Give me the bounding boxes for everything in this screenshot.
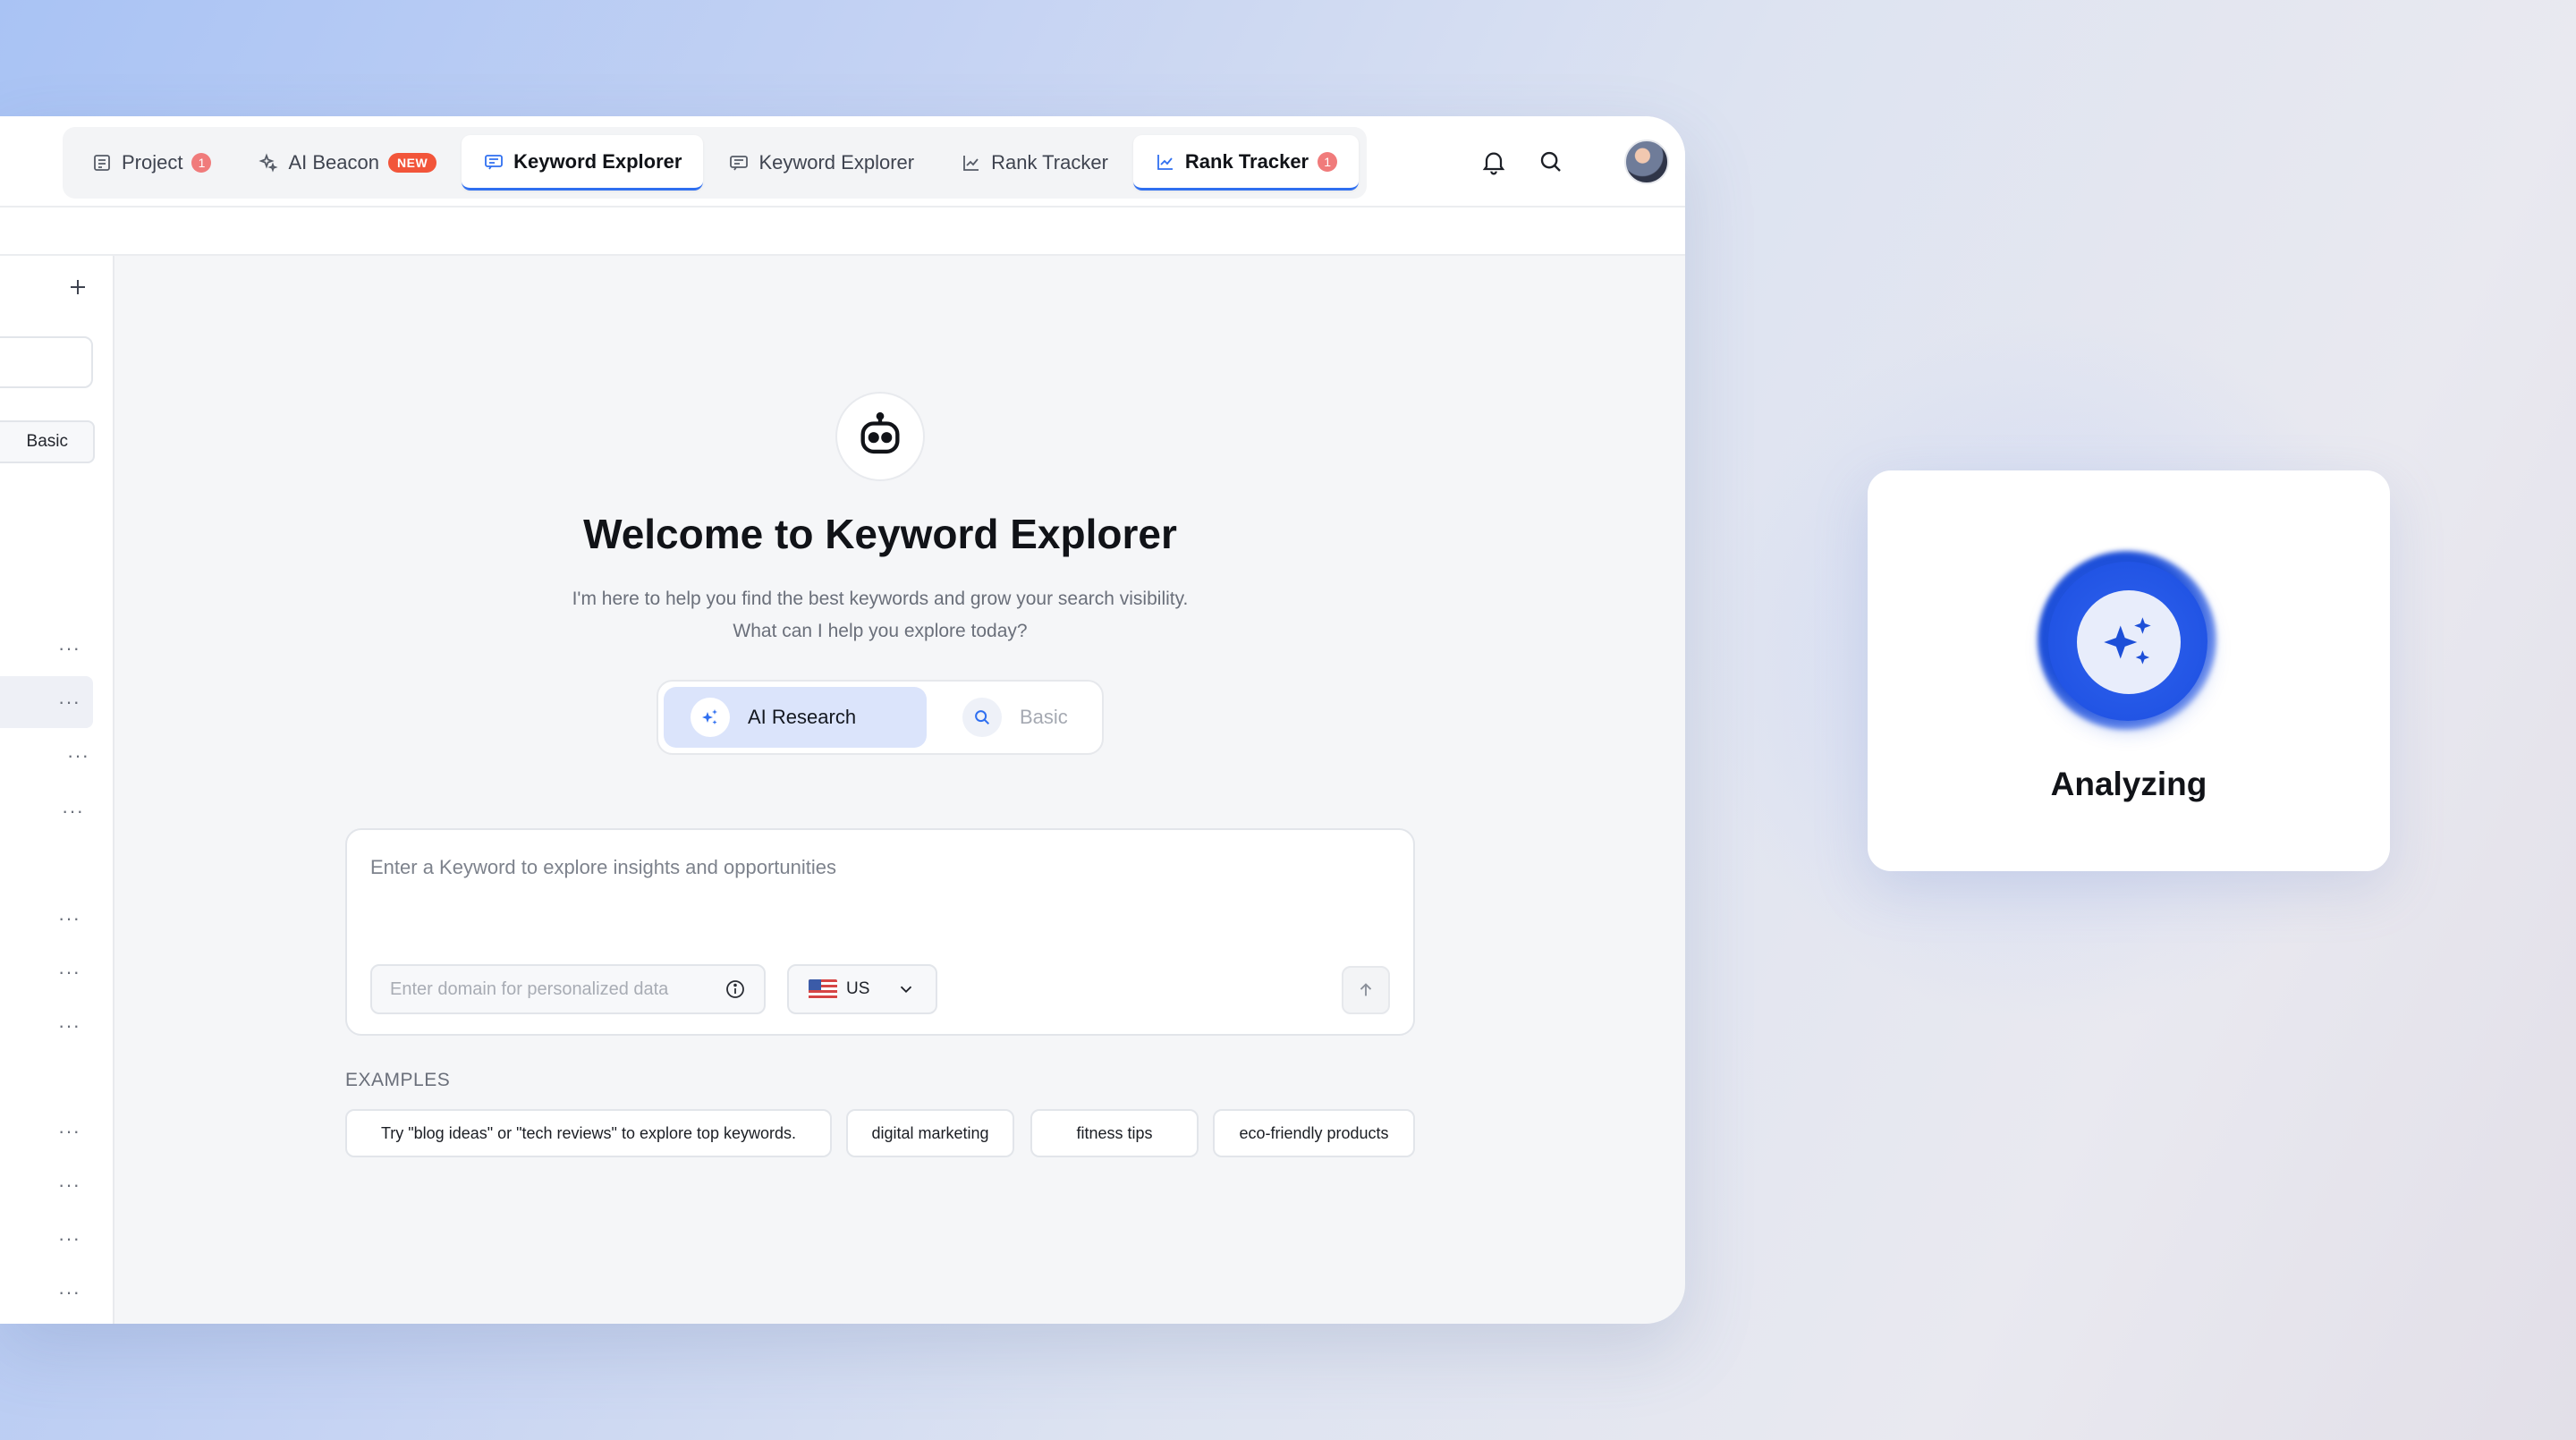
analyzing-label: Analyzing bbox=[2050, 766, 2207, 802]
example-chip[interactable]: eco-friendly products bbox=[1213, 1109, 1415, 1157]
tab-label: Rank Tracker bbox=[1184, 149, 1309, 173]
search-icon bbox=[1540, 151, 1561, 172]
mode-toggle: AI Research Basic bbox=[657, 680, 1104, 755]
analyzing-card: Analyzing bbox=[1868, 470, 2390, 871]
sidebar-item-more[interactable]: ··· bbox=[0, 1000, 93, 1052]
new-badge: NEW bbox=[388, 153, 437, 173]
sidebar-item-more[interactable]: ··· bbox=[0, 1159, 93, 1211]
sparkle-icon bbox=[2104, 617, 2151, 665]
analyzing-orb bbox=[2038, 551, 2225, 739]
domain-field[interactable] bbox=[370, 964, 766, 1014]
chevron-down-icon bbox=[900, 986, 912, 994]
sidebar-item-more[interactable]: ··· bbox=[0, 946, 93, 998]
example-chip[interactable]: fitness tips bbox=[1030, 1109, 1199, 1157]
sidebar-item-more[interactable]: ··· bbox=[0, 785, 97, 837]
subtitle-line: What can I help you explore today? bbox=[733, 621, 1028, 641]
top-actions bbox=[1478, 140, 1669, 184]
search-button[interactable] bbox=[1535, 146, 1567, 178]
tab-rank-tracker[interactable]: Rank Tracker bbox=[939, 135, 1130, 191]
sparkle-icon bbox=[691, 698, 730, 737]
submit-button[interactable] bbox=[1342, 966, 1390, 1014]
sidebar-basic-button[interactable]: Basic bbox=[0, 420, 95, 463]
tab-ai-beacon[interactable]: AI Beacon NEW bbox=[236, 135, 458, 191]
sub-bar bbox=[0, 208, 1685, 256]
tab-rank-tracker-active[interactable]: Rank Tracker 1 bbox=[1132, 135, 1360, 191]
page-subtitle: I'm here to help you find the best keywo… bbox=[478, 583, 1283, 648]
sidebar-item-more[interactable]: ··· bbox=[0, 1105, 93, 1157]
tab-keyword-explorer[interactable]: Keyword Explorer bbox=[707, 135, 936, 191]
top-bar: Project 1 AI Beacon NEW Keyword Explorer… bbox=[0, 116, 1685, 208]
notifications-button[interactable] bbox=[1478, 146, 1510, 178]
rank-tracker-icon bbox=[963, 156, 979, 171]
tab-strip: Project 1 AI Beacon NEW Keyword Explorer… bbox=[63, 127, 1367, 199]
app-window: Project 1 AI Beacon NEW Keyword Explorer… bbox=[0, 116, 1685, 1324]
assistant-avatar bbox=[835, 392, 925, 481]
sidebar: Basic ··· ··· ··· ··· ··· ··· ··· ··· ··… bbox=[0, 256, 114, 1324]
rank-tracker-icon bbox=[1157, 154, 1173, 170]
notification-badge: 1 bbox=[1318, 151, 1338, 172]
sidebar-item-more[interactable]: ··· bbox=[0, 676, 93, 728]
tab-project[interactable]: Project 1 bbox=[70, 135, 233, 191]
mode-label: Basic bbox=[1020, 706, 1068, 728]
project-icon bbox=[94, 155, 110, 171]
search-card: US bbox=[345, 828, 1415, 1036]
sidebar-search-field[interactable] bbox=[0, 336, 93, 388]
keyword-explorer-icon bbox=[485, 154, 504, 169]
tab-label: Project bbox=[122, 151, 183, 174]
info-icon[interactable] bbox=[724, 978, 746, 1000]
bell-icon bbox=[1482, 152, 1505, 175]
sidebar-item-more[interactable]: ··· bbox=[0, 1213, 93, 1265]
country-value: US bbox=[846, 979, 870, 998]
avatar[interactable] bbox=[1624, 140, 1669, 184]
subtitle-line: I'm here to help you find the best keywo… bbox=[572, 589, 1189, 609]
add-button[interactable] bbox=[64, 274, 91, 301]
arrow-up-icon bbox=[1360, 983, 1372, 996]
us-flag-icon bbox=[809, 979, 837, 999]
basic-mode-button[interactable]: Basic bbox=[962, 687, 1097, 748]
sidebar-item-more[interactable]: ··· bbox=[0, 1266, 93, 1318]
search-icon bbox=[962, 698, 1002, 737]
domain-input[interactable] bbox=[390, 978, 724, 1000]
ai-beacon-icon bbox=[258, 153, 279, 173]
notification-badge: 1 bbox=[191, 153, 212, 173]
orb-core bbox=[2077, 590, 2181, 694]
sidebar-item-more[interactable]: ··· bbox=[0, 623, 93, 674]
sidebar-item-more[interactable]: ··· bbox=[0, 730, 102, 782]
tab-label: Rank Tracker bbox=[991, 151, 1108, 174]
sidebar-item-more[interactable]: ··· bbox=[0, 893, 93, 944]
example-chip[interactable]: Try "blog ideas" or "tech reviews" to ex… bbox=[345, 1109, 832, 1157]
plus-icon bbox=[71, 280, 85, 294]
robot-icon bbox=[860, 411, 900, 454]
keyword-input[interactable] bbox=[370, 850, 1354, 885]
page-title: Welcome to Keyword Explorer bbox=[583, 511, 1177, 557]
mode-label: AI Research bbox=[748, 706, 857, 728]
keyword-explorer-icon bbox=[730, 156, 749, 171]
tab-label: Keyword Explorer bbox=[758, 151, 915, 174]
tab-label: AI Beacon bbox=[288, 151, 379, 174]
examples-label: EXAMPLES bbox=[345, 1070, 451, 1090]
country-select[interactable]: US bbox=[787, 964, 937, 1014]
tab-keyword-explorer-active[interactable]: Keyword Explorer bbox=[462, 135, 704, 191]
orb-ring bbox=[2048, 562, 2207, 721]
example-chip[interactable]: digital marketing bbox=[846, 1109, 1014, 1157]
tab-label: Keyword Explorer bbox=[513, 149, 682, 173]
ai-research-mode-button[interactable]: AI Research bbox=[664, 687, 927, 748]
